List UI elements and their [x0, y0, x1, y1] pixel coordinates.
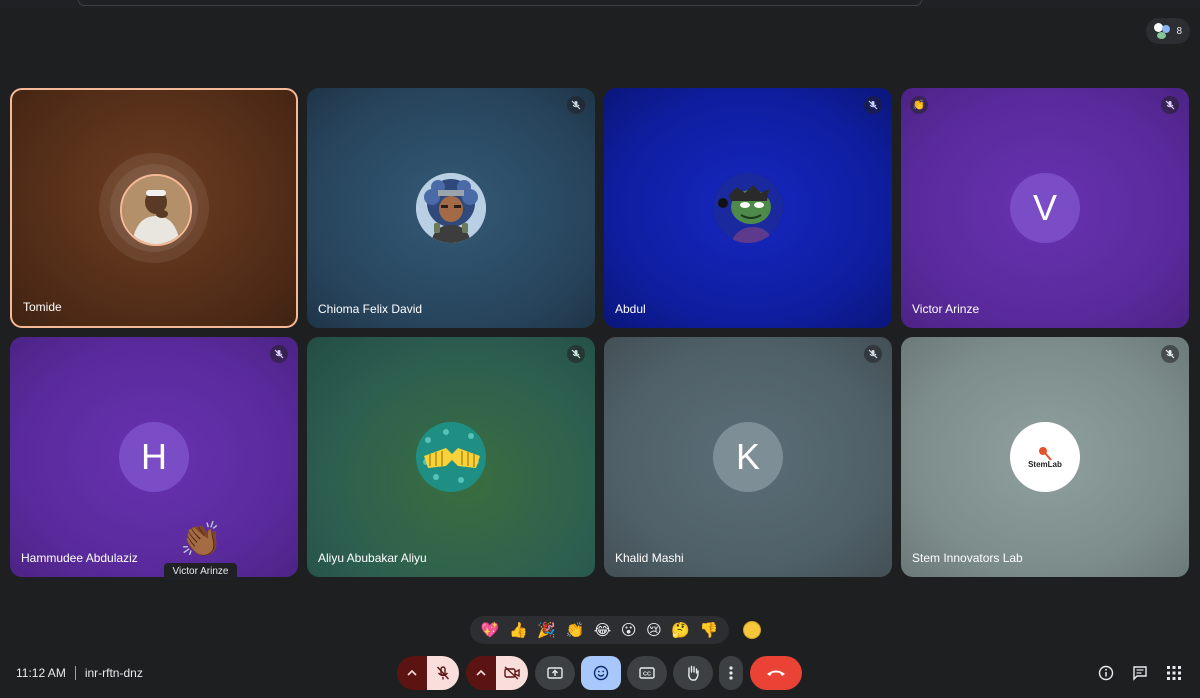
leave-call-button[interactable] — [750, 656, 802, 690]
participant-count: 8 — [1176, 25, 1182, 37]
hand-icon — [688, 665, 699, 681]
svg-text:CC: CC — [643, 672, 651, 678]
reaction-thumbs-up[interactable]: 👍 — [509, 621, 528, 639]
present-screen-icon — [547, 667, 563, 679]
avatar-letter: H — [141, 436, 167, 477]
participant-name: Chioma Felix David — [318, 302, 423, 316]
phone-hangup-icon — [767, 670, 785, 676]
reaction-heart[interactable]: 💖 — [481, 621, 500, 639]
participant-tile[interactable]: K Khalid Mashi — [604, 337, 892, 577]
avatar — [416, 173, 486, 243]
camera-toggle-button[interactable] — [496, 656, 528, 690]
more-options-button[interactable] — [719, 656, 743, 690]
mic-off-icon — [1161, 345, 1179, 363]
meeting-info: 11:12 AM inr-rftn-dnz — [16, 666, 143, 680]
reaction-thinking[interactable]: 🤔 — [671, 621, 690, 639]
avatar — [713, 173, 783, 243]
reaction-picker: 💖 👍 🎉 👏 😂 😮 😢 🤔 👎 — [470, 616, 729, 644]
mic-off-icon — [864, 96, 882, 114]
floating-reaction-sender: Victor Arinze — [164, 563, 237, 580]
avatar: K — [713, 422, 783, 492]
floating-reaction: 👏🏾 — [180, 521, 223, 559]
participant-name: Hammudee Abdulaziz — [21, 551, 138, 565]
participant-name: Abdul — [615, 302, 646, 316]
mic-off-icon — [270, 345, 288, 363]
activities-button[interactable] — [1164, 663, 1184, 683]
avatar: V — [1010, 173, 1080, 243]
reactions-button[interactable] — [581, 656, 621, 690]
participant-name: Stem Innovators Lab — [912, 551, 1023, 565]
chevron-up-icon — [407, 669, 417, 676]
camera-options-button[interactable] — [466, 656, 496, 690]
more-vert-icon — [729, 666, 733, 680]
participant-name: Victor Arinze — [912, 302, 980, 316]
logo-text: StemLab — [1028, 459, 1062, 469]
camera-off-icon — [504, 666, 520, 680]
participant-name: Khalid Mashi — [615, 551, 684, 565]
participant-tile[interactable]: StemLab Stem Innovators Lab — [901, 337, 1189, 577]
skin-tone-selector[interactable] — [743, 621, 761, 639]
participant-tile[interactable]: Aliyu Abubakar Aliyu — [307, 337, 595, 577]
chevron-up-icon — [476, 669, 486, 676]
mic-off-icon — [1161, 96, 1179, 114]
emoji-icon — [593, 665, 609, 681]
avatar-letter: K — [735, 436, 760, 477]
reaction-badge-icon: 👏 — [910, 96, 928, 114]
meeting-code: inr-rftn-dnz — [84, 666, 143, 680]
meeting-time: 11:12 AM — [16, 666, 66, 680]
participant-tile[interactable]: Abdul — [604, 88, 892, 328]
people-icon — [1154, 23, 1170, 39]
browser-top-strip — [0, 0, 1200, 8]
mic-off-icon — [436, 666, 450, 680]
reaction-thumbs-down[interactable]: 👎 — [700, 621, 719, 639]
chat-icon — [1133, 666, 1147, 681]
captions-icon: CC — [639, 667, 655, 679]
participant-name: Tomide — [23, 300, 62, 314]
participant-count-chip[interactable]: 8 — [1146, 18, 1190, 44]
reaction-sad[interactable]: 😢 — [646, 621, 662, 639]
mic-off-icon — [567, 96, 585, 114]
info-icon — [1098, 665, 1114, 681]
participant-grid: Tomide Chioma Felix David Abdul 👏 V Vict… — [10, 88, 1190, 577]
reaction-party[interactable]: 🎉 — [537, 621, 556, 639]
meeting-details-button[interactable] — [1096, 663, 1116, 683]
avatar — [120, 174, 192, 246]
mic-off-icon — [567, 345, 585, 363]
reaction-laugh[interactable]: 😂 — [594, 621, 612, 639]
chat-button[interactable] — [1130, 663, 1150, 683]
avatar: H — [119, 422, 189, 492]
apps-grid-icon — [1167, 666, 1181, 680]
mic-options-button[interactable] — [397, 656, 427, 690]
mic-off-icon — [864, 345, 882, 363]
participant-tile[interactable]: 👏 V Victor Arinze — [901, 88, 1189, 328]
participant-tile[interactable]: Tomide — [10, 88, 298, 328]
present-screen-button[interactable] — [535, 656, 575, 690]
participant-tile[interactable]: H Hammudee Abdulaziz — [10, 337, 298, 577]
reaction-surprised[interactable]: 😮 — [621, 621, 637, 639]
avatar — [416, 422, 486, 492]
participant-tile[interactable]: Chioma Felix David — [307, 88, 595, 328]
participant-name: Aliyu Abubakar Aliyu — [318, 551, 427, 565]
raise-hand-button[interactable] — [673, 656, 713, 690]
captions-button[interactable]: CC — [627, 656, 667, 690]
reaction-clap[interactable]: 👏 — [566, 621, 585, 639]
avatar-letter: V — [1032, 187, 1057, 228]
mic-toggle-button[interactable] — [427, 656, 459, 690]
avatar: StemLab — [1010, 422, 1080, 492]
